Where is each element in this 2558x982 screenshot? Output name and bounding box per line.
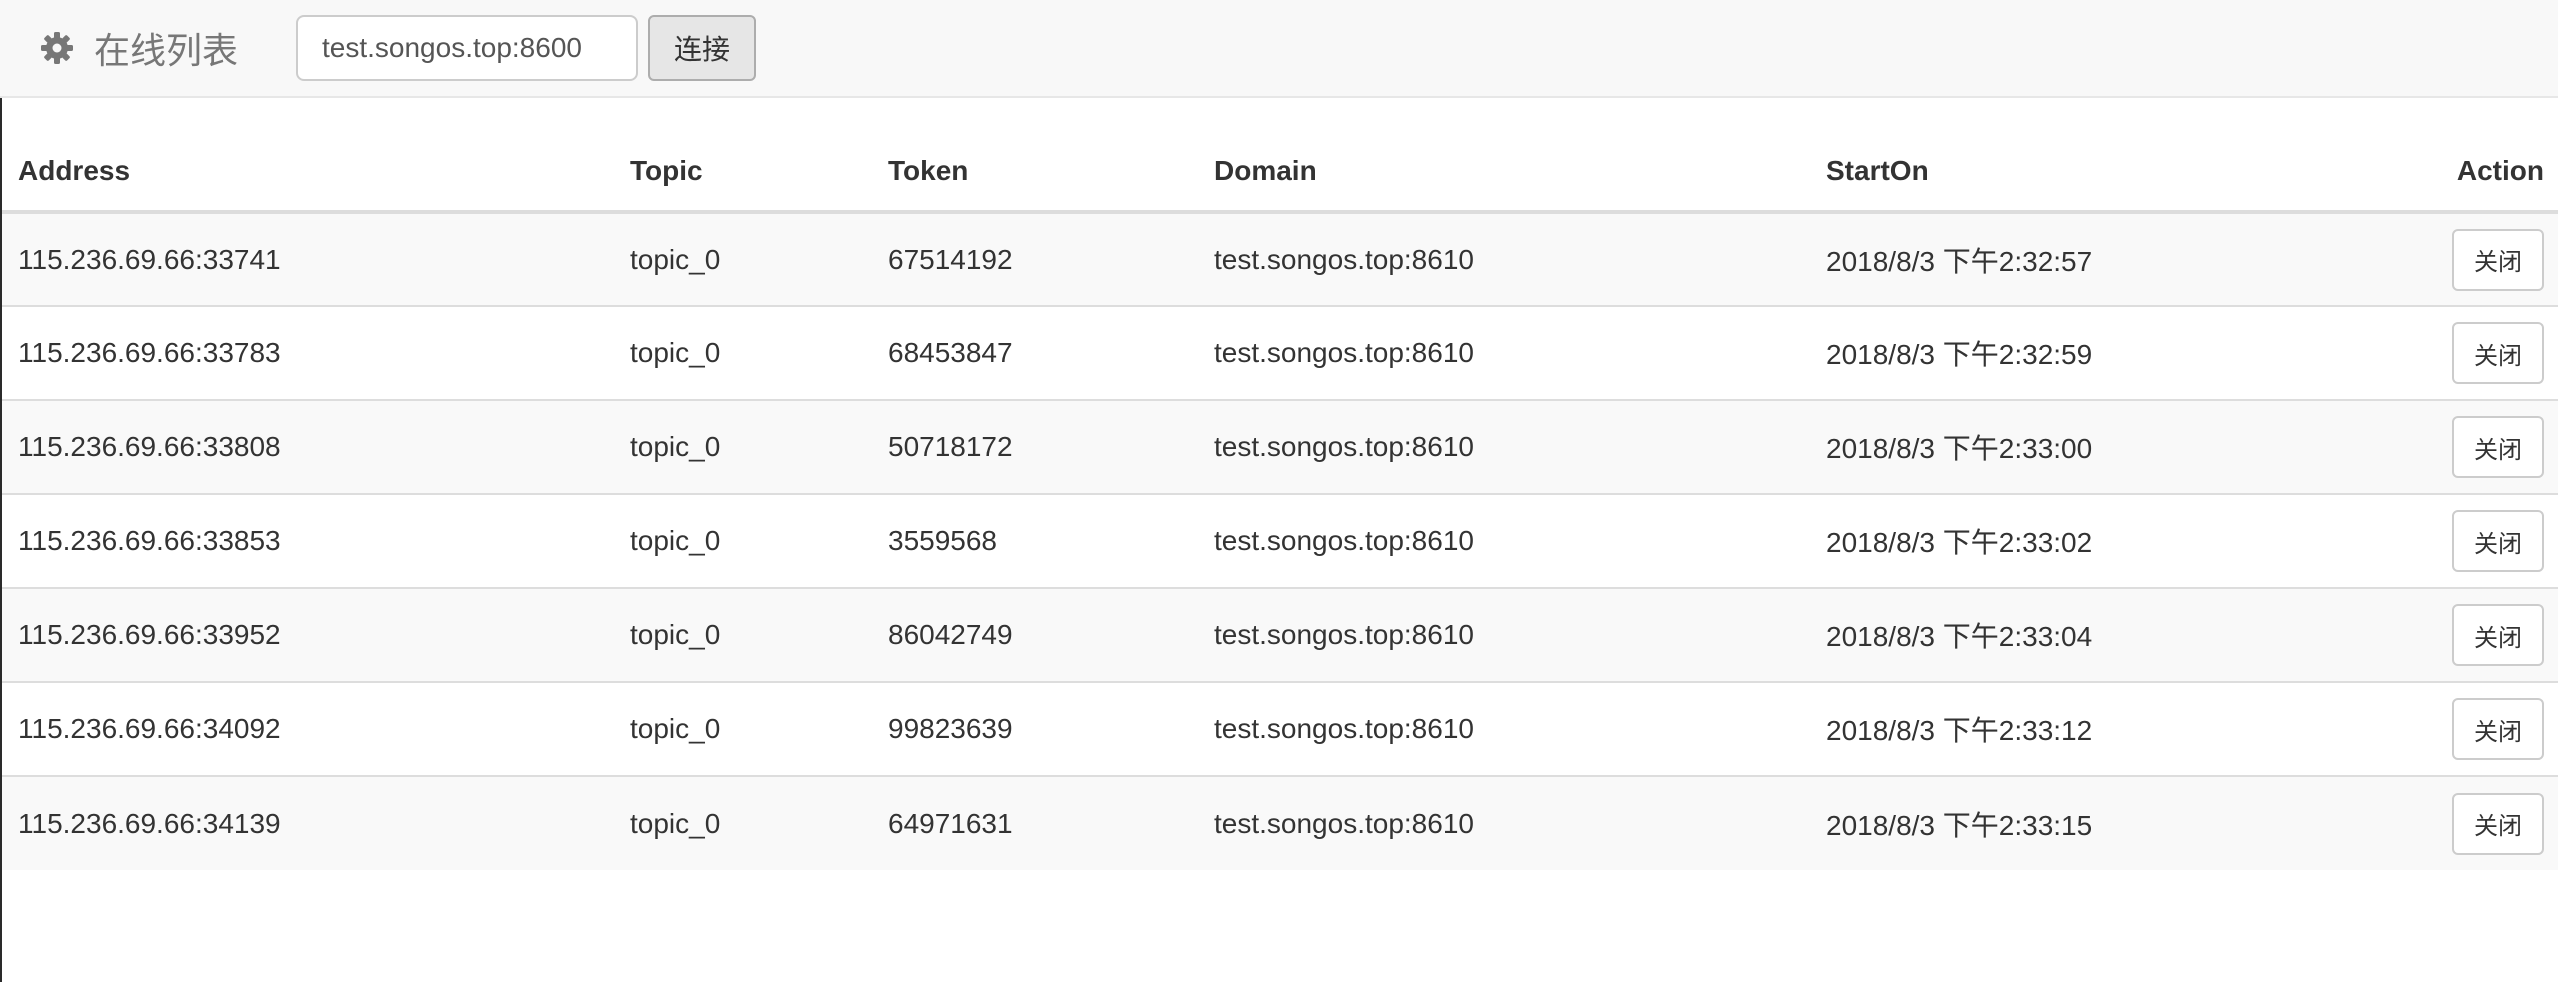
cell-domain: test.songos.top:8610: [1198, 211, 1810, 306]
cell-address: 115.236.69.66:33741: [2, 211, 614, 306]
close-session-button[interactable]: 关闭: [2452, 416, 2544, 478]
cell-domain: test.songos.top:8610: [1198, 399, 1810, 494]
cell-address: 115.236.69.66:34092: [2, 681, 614, 776]
cell-token: 99823639: [872, 681, 1198, 776]
close-session-button[interactable]: 关闭: [2452, 698, 2544, 760]
cell-action: 关闭: [2410, 587, 2558, 682]
close-session-button[interactable]: 关闭: [2452, 228, 2544, 291]
column-header-address: Address: [2, 132, 614, 214]
cell-address: 115.236.69.66:33783: [2, 305, 614, 400]
cell-address: 115.236.69.66:33952: [2, 587, 614, 682]
cell-domain: test.songos.top:8610: [1198, 681, 1810, 776]
cell-action: 关闭: [2410, 399, 2558, 494]
cell-start-on: 2018/8/3 下午2:32:57: [1810, 211, 2410, 306]
table-header-row: Address Topic Token Domain StartOn Actio…: [2, 132, 2558, 214]
cell-address: 115.236.69.66:33853: [2, 493, 614, 588]
cell-domain: test.songos.top:8610: [1198, 775, 1810, 870]
close-session-button[interactable]: 关闭: [2452, 792, 2544, 855]
gear-icon: [40, 31, 74, 65]
cell-token: 86042749: [872, 587, 1198, 682]
cell-start-on: 2018/8/3 下午2:32:59: [1810, 305, 2410, 400]
cell-action: 关闭: [2410, 305, 2558, 400]
cell-token: 68453847: [872, 305, 1198, 400]
cell-start-on: 2018/8/3 下午2:33:02: [1810, 493, 2410, 588]
table-row: 115.236.69.66:33952 topic_0 86042749 tes…: [2, 587, 2558, 682]
cell-token: 3559568: [872, 493, 1198, 588]
connect-button[interactable]: 连接: [648, 15, 756, 81]
server-address-input[interactable]: [296, 15, 638, 81]
table-row: 115.236.69.66:33853 topic_0 3559568 test…: [2, 493, 2558, 588]
column-header-action: Action: [2410, 132, 2558, 214]
cell-action: 关闭: [2410, 493, 2558, 588]
close-session-button[interactable]: 关闭: [2452, 322, 2544, 384]
close-session-button[interactable]: 关闭: [2452, 510, 2544, 572]
cell-token: 50718172: [872, 399, 1198, 494]
column-header-starton: StartOn: [1810, 132, 2410, 214]
brand: 在线列表: [40, 0, 238, 96]
table-row: 115.236.69.66:33741 topic_0 67514192 tes…: [2, 211, 2558, 306]
close-session-button[interactable]: 关闭: [2452, 604, 2544, 666]
cell-start-on: 2018/8/3 下午2:33:15: [1810, 775, 2410, 870]
cell-action: 关闭: [2410, 775, 2558, 870]
cell-address: 115.236.69.66:34139: [2, 775, 614, 870]
table-row: 115.236.69.66:34139 topic_0 64971631 tes…: [2, 775, 2558, 870]
cell-token: 64971631: [872, 775, 1198, 870]
cell-topic: topic_0: [614, 399, 872, 494]
cell-address: 115.236.69.66:33808: [2, 399, 614, 494]
cell-topic: topic_0: [614, 587, 872, 682]
table-row: 115.236.69.66:33783 topic_0 68453847 tes…: [2, 305, 2558, 400]
cell-domain: test.songos.top:8610: [1198, 305, 1810, 400]
column-header-topic: Topic: [614, 132, 872, 214]
cell-topic: topic_0: [614, 211, 872, 306]
online-sessions-table: Address Topic Token Domain StartOn Actio…: [2, 132, 2558, 870]
cell-action: 关闭: [2410, 681, 2558, 776]
cell-topic: topic_0: [614, 305, 872, 400]
cell-topic: topic_0: [614, 775, 872, 870]
cell-start-on: 2018/8/3 下午2:33:00: [1810, 399, 2410, 494]
top-navbar: 在线列表 连接: [0, 0, 2558, 98]
column-header-token: Token: [872, 132, 1198, 214]
cell-domain: test.songos.top:8610: [1198, 493, 1810, 588]
cell-topic: topic_0: [614, 681, 872, 776]
cell-domain: test.songos.top:8610: [1198, 587, 1810, 682]
cell-topic: topic_0: [614, 493, 872, 588]
column-header-domain: Domain: [1198, 132, 1810, 214]
table-row: 115.236.69.66:33808 topic_0 50718172 tes…: [2, 399, 2558, 494]
cell-start-on: 2018/8/3 下午2:33:12: [1810, 681, 2410, 776]
table-row: 115.236.69.66:34092 topic_0 99823639 tes…: [2, 681, 2558, 776]
cell-token: 67514192: [872, 211, 1198, 306]
page-title: 在线列表: [94, 31, 239, 72]
cell-start-on: 2018/8/3 下午2:33:04: [1810, 587, 2410, 682]
cell-action: 关闭: [2410, 211, 2558, 306]
